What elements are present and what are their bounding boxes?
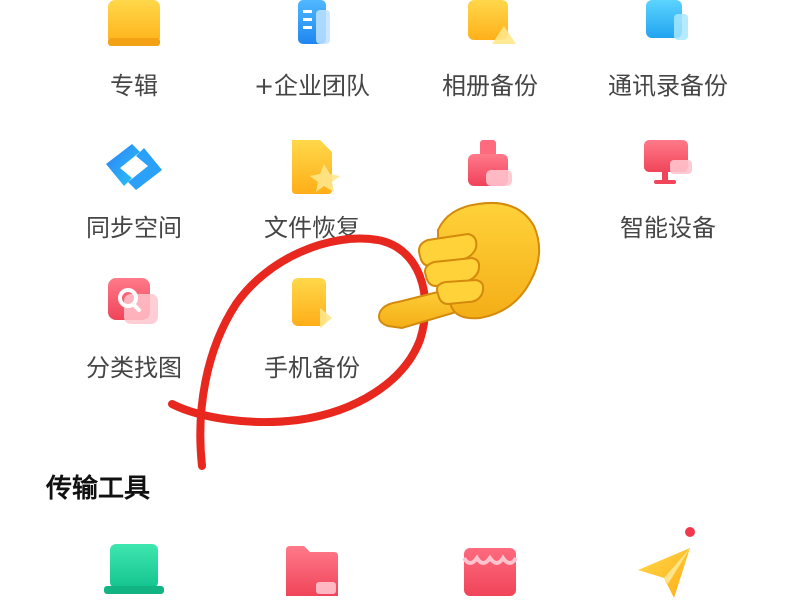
store-icon <box>458 544 522 608</box>
photo-backup-icon <box>458 0 522 64</box>
enterprise-team-icon <box>280 0 344 64</box>
feature-sync-space[interactable]: 同步空间 <box>44 140 224 260</box>
tool-folder-transfer[interactable] <box>222 540 402 600</box>
feature-enterprise-team[interactable]: +企业团队 <box>222 0 402 120</box>
file-recovery-icon <box>280 140 344 204</box>
smart-device-icon <box>636 140 700 204</box>
feature-label: 通讯录备份 <box>608 72 728 100</box>
image-search-icon <box>102 278 166 342</box>
feature-photo-backup[interactable]: 相册备份 <box>400 0 580 120</box>
feature-label: 智能设备 <box>620 214 716 242</box>
feature-label: 专辑 <box>110 72 158 100</box>
feature-label: 分类找图 <box>86 354 182 382</box>
scan-transfer-icon <box>102 544 166 608</box>
send-plane-icon <box>636 524 700 598</box>
phone-backup-icon <box>280 278 344 342</box>
album-icon <box>102 0 166 64</box>
feature-smart-device[interactable]: 智能设备 <box>578 140 758 260</box>
tool-scan-transfer[interactable] <box>44 540 224 600</box>
section-title-transfer-tools: 传输工具 <box>46 474 151 504</box>
feature-label: 同步空间 <box>86 214 182 242</box>
pointing-hand-icon <box>368 190 548 350</box>
tool-store[interactable] <box>400 540 580 600</box>
feature-contacts-backup[interactable]: 通讯录备份 <box>578 0 758 120</box>
contacts-backup-icon <box>636 0 700 64</box>
tool-send[interactable] <box>578 520 758 600</box>
feature-label: +企业团队 <box>253 72 371 100</box>
feature-label: 手机备份 <box>264 354 360 382</box>
feature-album[interactable]: 专辑 <box>44 0 224 120</box>
feature-image-search[interactable]: 分类找图 <box>44 278 224 398</box>
feature-label: 相册备份 <box>442 72 538 100</box>
folder-transfer-icon <box>280 544 344 608</box>
sync-space-icon <box>102 140 166 204</box>
